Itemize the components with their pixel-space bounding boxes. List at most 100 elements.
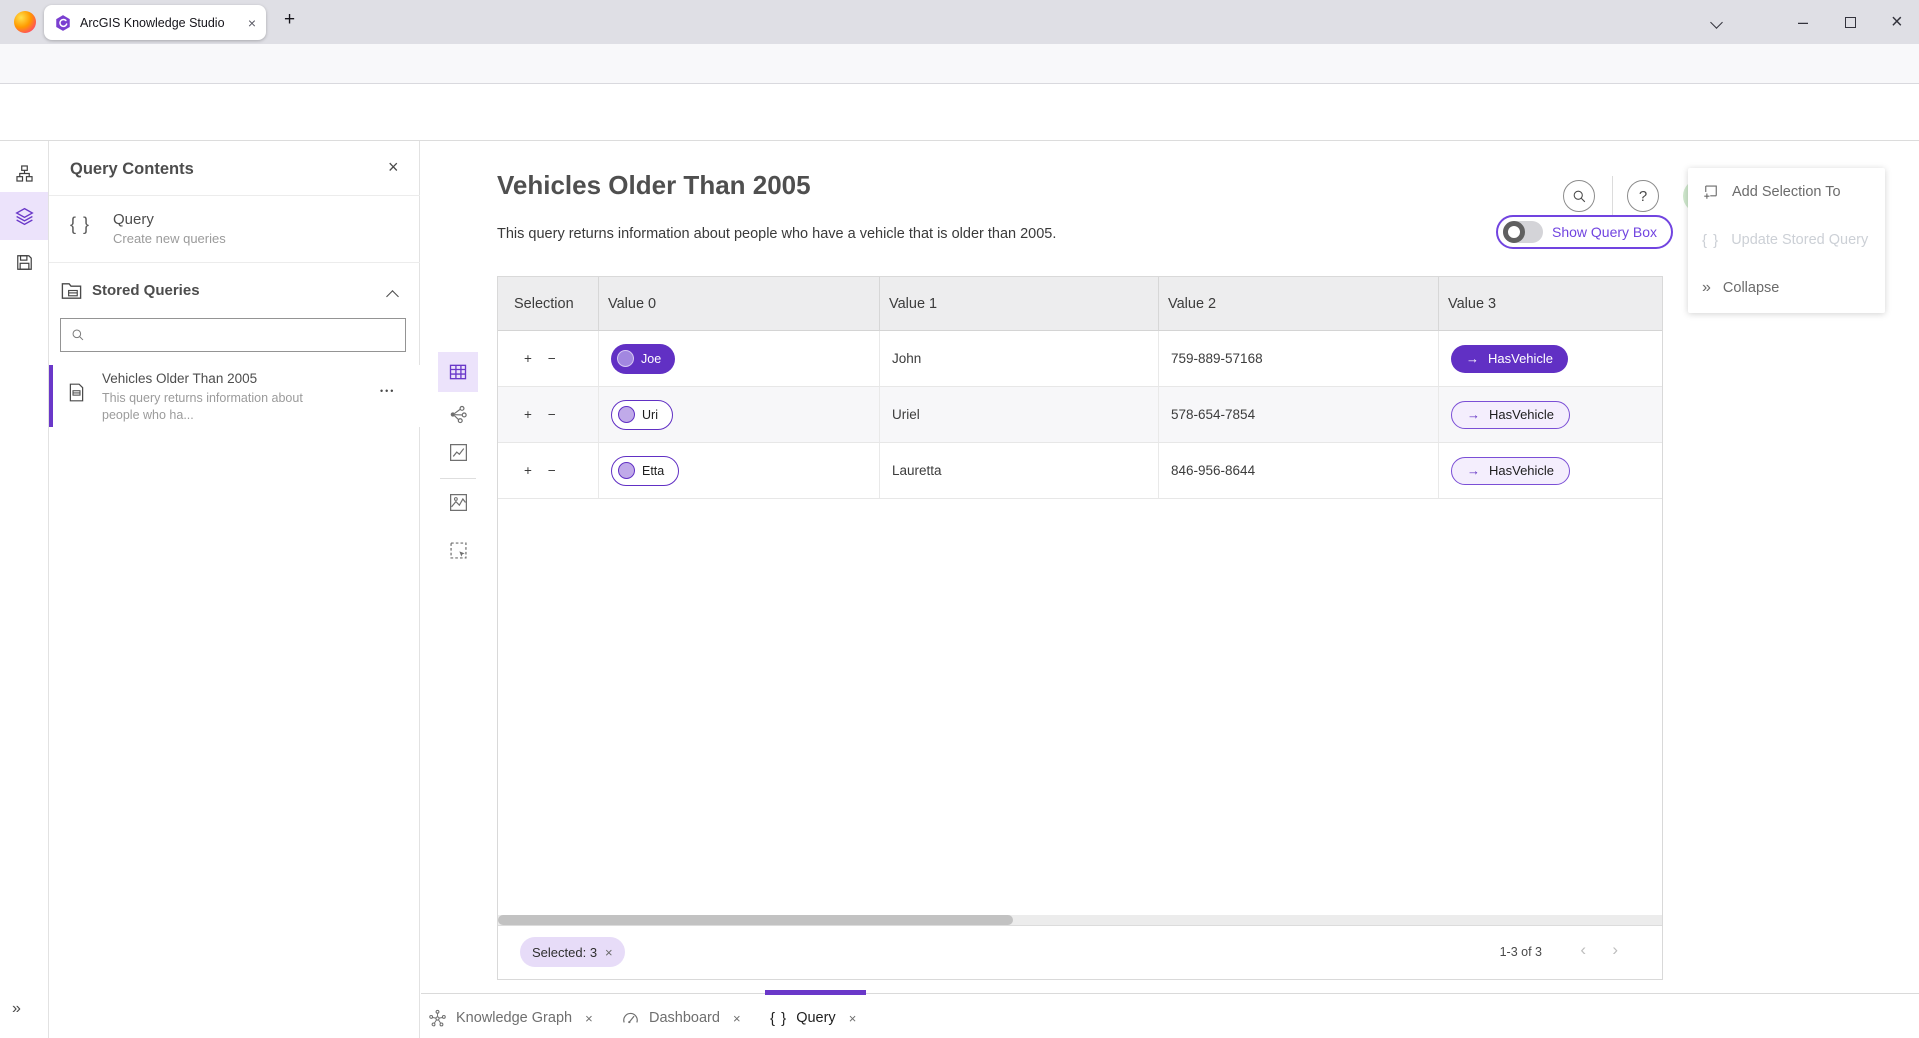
entity-dot-icon [618,406,635,423]
select-add-button[interactable]: + [524,407,532,422]
braces-icon: { } [770,1010,787,1027]
menu-item-label: Add Selection To [1732,184,1841,200]
tab-knowledge-graph[interactable]: Knowledge Graph × [428,1003,593,1033]
stored-queries-search-input[interactable] [93,328,395,343]
table-footer: Selected: 3 × 1-3 of 3 ‹ › [498,925,1662,979]
save-icon[interactable] [0,238,48,286]
folder-icon [60,279,83,302]
table-header-row: Selection Value 0 Value 1 Value 2 Value … [498,277,1662,331]
select-remove-button[interactable]: − [548,463,556,478]
next-page-icon[interactable]: › [1612,940,1618,960]
dashboard-gauge-icon [621,1009,640,1028]
tabs-dropdown-icon[interactable] [1712,0,1721,44]
entity-pill[interactable]: Joe [611,344,675,374]
select-add-button[interactable]: + [524,463,532,478]
entity-dot-icon [617,350,634,367]
arrow-right-icon: → [1466,351,1479,366]
minimize-icon[interactable]: – [1798,0,1808,44]
app-header: Certification Project ? PL publisher2 la… [0,84,1919,141]
scrollbar-thumb[interactable] [498,915,1013,925]
tab-label: Query [796,1010,836,1026]
header-divider [1612,176,1613,216]
cell-value: 578-654-7854 [1159,387,1439,442]
page-description: This query returns information about peo… [497,226,1056,242]
hierarchy-icon[interactable] [0,149,48,197]
selected-count-label: Selected: 3 [532,945,597,960]
relationship-pill[interactable]: →HasVehicle [1451,457,1570,485]
firefox-icon[interactable] [14,11,36,33]
tab-close-icon[interactable]: × [585,1011,593,1026]
entity-pill[interactable]: Etta [611,456,679,486]
help-button[interactable]: ? [1627,180,1659,212]
tab-title: ArcGIS Knowledge Studio [80,16,240,30]
page-title: Vehicles Older Than 2005 [497,170,811,201]
knowledge-graph-icon [428,1009,447,1028]
window-close-icon[interactable]: × [1891,0,1903,44]
column-header: Selection [498,277,599,330]
toggle-label: Show Query Box [1552,224,1657,240]
stored-query-title: Vehicles Older Than 2005 [102,371,257,386]
panel-close-icon[interactable]: × [388,157,399,178]
select-remove-button[interactable]: − [548,351,556,366]
app-favicon [54,14,72,32]
tab-close-icon[interactable]: × [733,1011,741,1026]
double-chevron-icon: » [1702,279,1711,297]
map-view-icon[interactable] [448,492,469,513]
show-query-box-toggle[interactable]: Show Query Box [1496,215,1673,249]
menu-item-label: Update Stored Query [1731,232,1868,248]
menu-item-update-stored-query[interactable]: { } Update Stored Query [1688,216,1885,264]
pagination-info: 1-3 of 3 [1500,945,1542,959]
stored-query-description: This query returns information about peo… [102,390,303,424]
left-rail [0,141,49,1038]
entity-pill[interactable]: Uri [611,400,673,430]
cell-value: 846-956-8644 [1159,443,1439,498]
tab-query[interactable]: { } Query × [770,1003,856,1033]
menu-item-label: Collapse [1723,280,1779,296]
relationship-pill[interactable]: →HasVehicle [1451,345,1568,373]
browser-toolbar: ← → https://dev0028833.esri.com/portal/a… [0,44,1919,84]
selected-count-chip[interactable]: Selected: 3 × [520,937,625,967]
chart-view-icon[interactable] [448,442,469,463]
maximize-icon[interactable] [1845,0,1856,44]
layers-icon[interactable] [0,192,48,240]
clear-selection-icon[interactable]: × [605,945,613,960]
query-item-title: Query [113,211,154,228]
select-add-button[interactable]: + [524,351,532,366]
expand-rail-icon[interactable]: » [12,1000,21,1018]
table-view-icon[interactable] [438,352,478,392]
braces-icon: { } [70,214,90,235]
new-tab-button[interactable]: + [284,9,295,31]
header-search-button[interactable] [1563,180,1595,212]
panel-divider [49,262,420,263]
menu-item-collapse[interactable]: » Collapse [1688,264,1885,312]
table-row: + − Uri Uriel 578-654-7854 →HasVehicle [498,387,1662,443]
cell-value: John [880,331,1159,386]
selected-indicator-bar [49,365,53,427]
table-row: + − Etta Lauretta 846-956-8644 →HasVehic… [498,443,1662,499]
column-header: Value 1 [880,277,1159,330]
stored-queries-search[interactable] [60,318,406,352]
tab-close-icon[interactable]: × [248,15,256,31]
menu-item-add-selection-to[interactable]: Add Selection To [1688,168,1885,216]
tab-close-icon[interactable]: × [849,1011,857,1026]
browser-tab[interactable]: ArcGIS Knowledge Studio × [44,5,266,40]
tab-label: Knowledge Graph [456,1010,572,1026]
stored-query-menu-icon[interactable]: ••• [380,386,395,396]
toggle-switch[interactable] [1503,221,1543,243]
selection-view-icon[interactable] [448,540,469,561]
arrow-right-icon: → [1467,407,1480,422]
toolbar-divider [440,478,476,479]
select-remove-button[interactable]: − [548,407,556,422]
tab-dashboard[interactable]: Dashboard × [621,1003,741,1033]
previous-page-icon[interactable]: ‹ [1580,940,1586,960]
results-table: Selection Value 0 Value 1 Value 2 Value … [497,276,1663,980]
horizontal-scrollbar[interactable] [498,915,1662,925]
link-chart-view-icon[interactable] [448,404,469,425]
stored-queries-title: Stored Queries [92,282,200,299]
relationship-pill[interactable]: →HasVehicle [1451,401,1570,429]
tab-label: Dashboard [649,1010,720,1026]
braces-icon: { } [1702,232,1719,249]
query-contents-panel [49,141,420,1038]
cell-value: 759-889-57168 [1159,331,1439,386]
collapse-section-icon[interactable] [388,288,397,306]
